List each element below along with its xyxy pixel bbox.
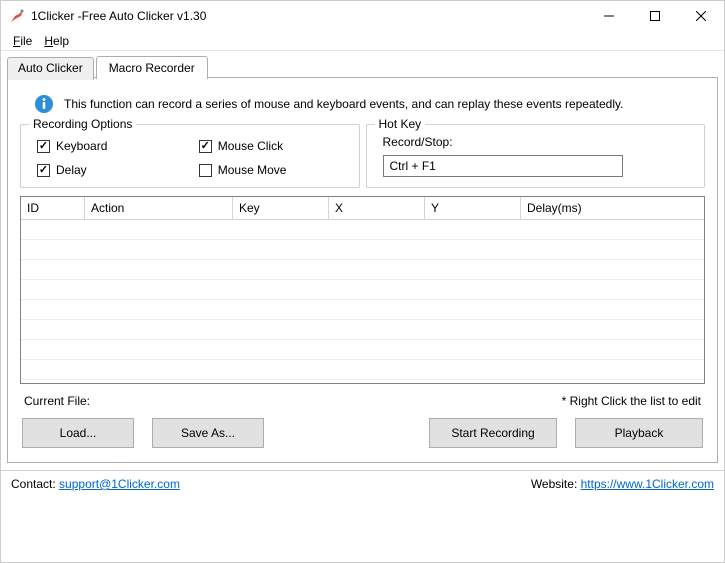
table-header: ID Action Key X Y Delay(ms) — [21, 197, 704, 220]
table-row — [21, 300, 704, 320]
checkbox-icon — [37, 140, 50, 153]
button-row: Load... Save As... Start Recording Playb… — [20, 412, 705, 450]
edit-hint: * Right Click the list to edit — [562, 394, 701, 408]
hotkey-input[interactable] — [383, 155, 623, 177]
content-area: Auto Clicker Macro Recorder This functio… — [1, 51, 724, 470]
table-row — [21, 280, 704, 300]
website-block: Website: https://www.1Clicker.com — [531, 477, 714, 491]
table-row — [21, 360, 704, 380]
website-link[interactable]: https://www.1Clicker.com — [581, 477, 714, 491]
maximize-button[interactable] — [632, 1, 678, 31]
checkbox-mouse-move[interactable]: Mouse Move — [199, 163, 343, 177]
contact-block: Contact: support@1Clicker.com — [11, 477, 180, 491]
events-table[interactable]: ID Action Key X Y Delay(ms) — [20, 196, 705, 384]
col-y[interactable]: Y — [425, 197, 521, 220]
tab-auto-clicker[interactable]: Auto Clicker — [7, 57, 94, 80]
menubar: File Help — [1, 31, 724, 51]
recording-options-group: Recording Options Keyboard Mouse Click D… — [20, 124, 360, 188]
menu-file[interactable]: File — [7, 34, 38, 48]
hotkey-legend: Hot Key — [375, 117, 426, 131]
hotkey-group: Hot Key Record/Stop: — [366, 124, 706, 188]
info-banner: This function can record a series of mou… — [34, 94, 701, 114]
contact-link[interactable]: support@1Clicker.com — [59, 477, 180, 491]
checkbox-icon — [199, 140, 212, 153]
titlebar: 1Clicker -Free Auto Clicker v1.30 — [1, 1, 724, 31]
checkbox-label: Mouse Click — [218, 139, 283, 153]
tab-macro-recorder[interactable]: Macro Recorder — [96, 56, 208, 79]
window-controls — [586, 1, 724, 31]
checkbox-label: Delay — [56, 163, 87, 177]
start-recording-button[interactable]: Start Recording — [429, 418, 557, 448]
col-x[interactable]: X — [329, 197, 425, 220]
col-id[interactable]: ID — [21, 197, 85, 220]
tab-strip: Auto Clicker Macro Recorder — [7, 55, 718, 78]
app-icon — [9, 8, 25, 24]
load-button[interactable]: Load... — [22, 418, 134, 448]
minimize-button[interactable] — [586, 1, 632, 31]
col-action[interactable]: Action — [85, 197, 233, 220]
recording-options-legend: Recording Options — [29, 117, 136, 131]
col-key[interactable]: Key — [233, 197, 329, 220]
checkbox-mouse-click[interactable]: Mouse Click — [199, 139, 343, 153]
table-row — [21, 320, 704, 340]
table-row — [21, 340, 704, 360]
hotkey-label: Record/Stop: — [383, 135, 689, 149]
table-row — [21, 240, 704, 260]
table-row — [21, 220, 704, 240]
checkbox-label: Mouse Move — [218, 163, 287, 177]
table-body[interactable] — [21, 220, 704, 383]
below-table-row: Current File: * Right Click the list to … — [20, 384, 705, 412]
checkbox-label: Keyboard — [56, 139, 107, 153]
col-delay[interactable]: Delay(ms) — [521, 197, 704, 220]
info-text: This function can record a series of mou… — [64, 97, 623, 111]
checkbox-icon — [199, 164, 212, 177]
window-title: 1Clicker -Free Auto Clicker v1.30 — [31, 9, 586, 23]
checkbox-icon — [37, 164, 50, 177]
current-file-label: Current File: — [24, 394, 90, 408]
table-row — [21, 260, 704, 280]
contact-label: Contact: — [11, 477, 56, 491]
website-label: Website: — [531, 477, 577, 491]
playback-button[interactable]: Playback — [575, 418, 703, 448]
tab-panel-macro-recorder: This function can record a series of mou… — [7, 77, 718, 463]
checkbox-keyboard[interactable]: Keyboard — [37, 139, 181, 153]
options-row: Recording Options Keyboard Mouse Click D… — [20, 124, 705, 188]
save-as-button[interactable]: Save As... — [152, 418, 264, 448]
close-button[interactable] — [678, 1, 724, 31]
checkbox-delay[interactable]: Delay — [37, 163, 181, 177]
footer: Contact: support@1Clicker.com Website: h… — [1, 470, 724, 497]
info-icon — [34, 94, 54, 114]
menu-help[interactable]: Help — [38, 34, 75, 48]
